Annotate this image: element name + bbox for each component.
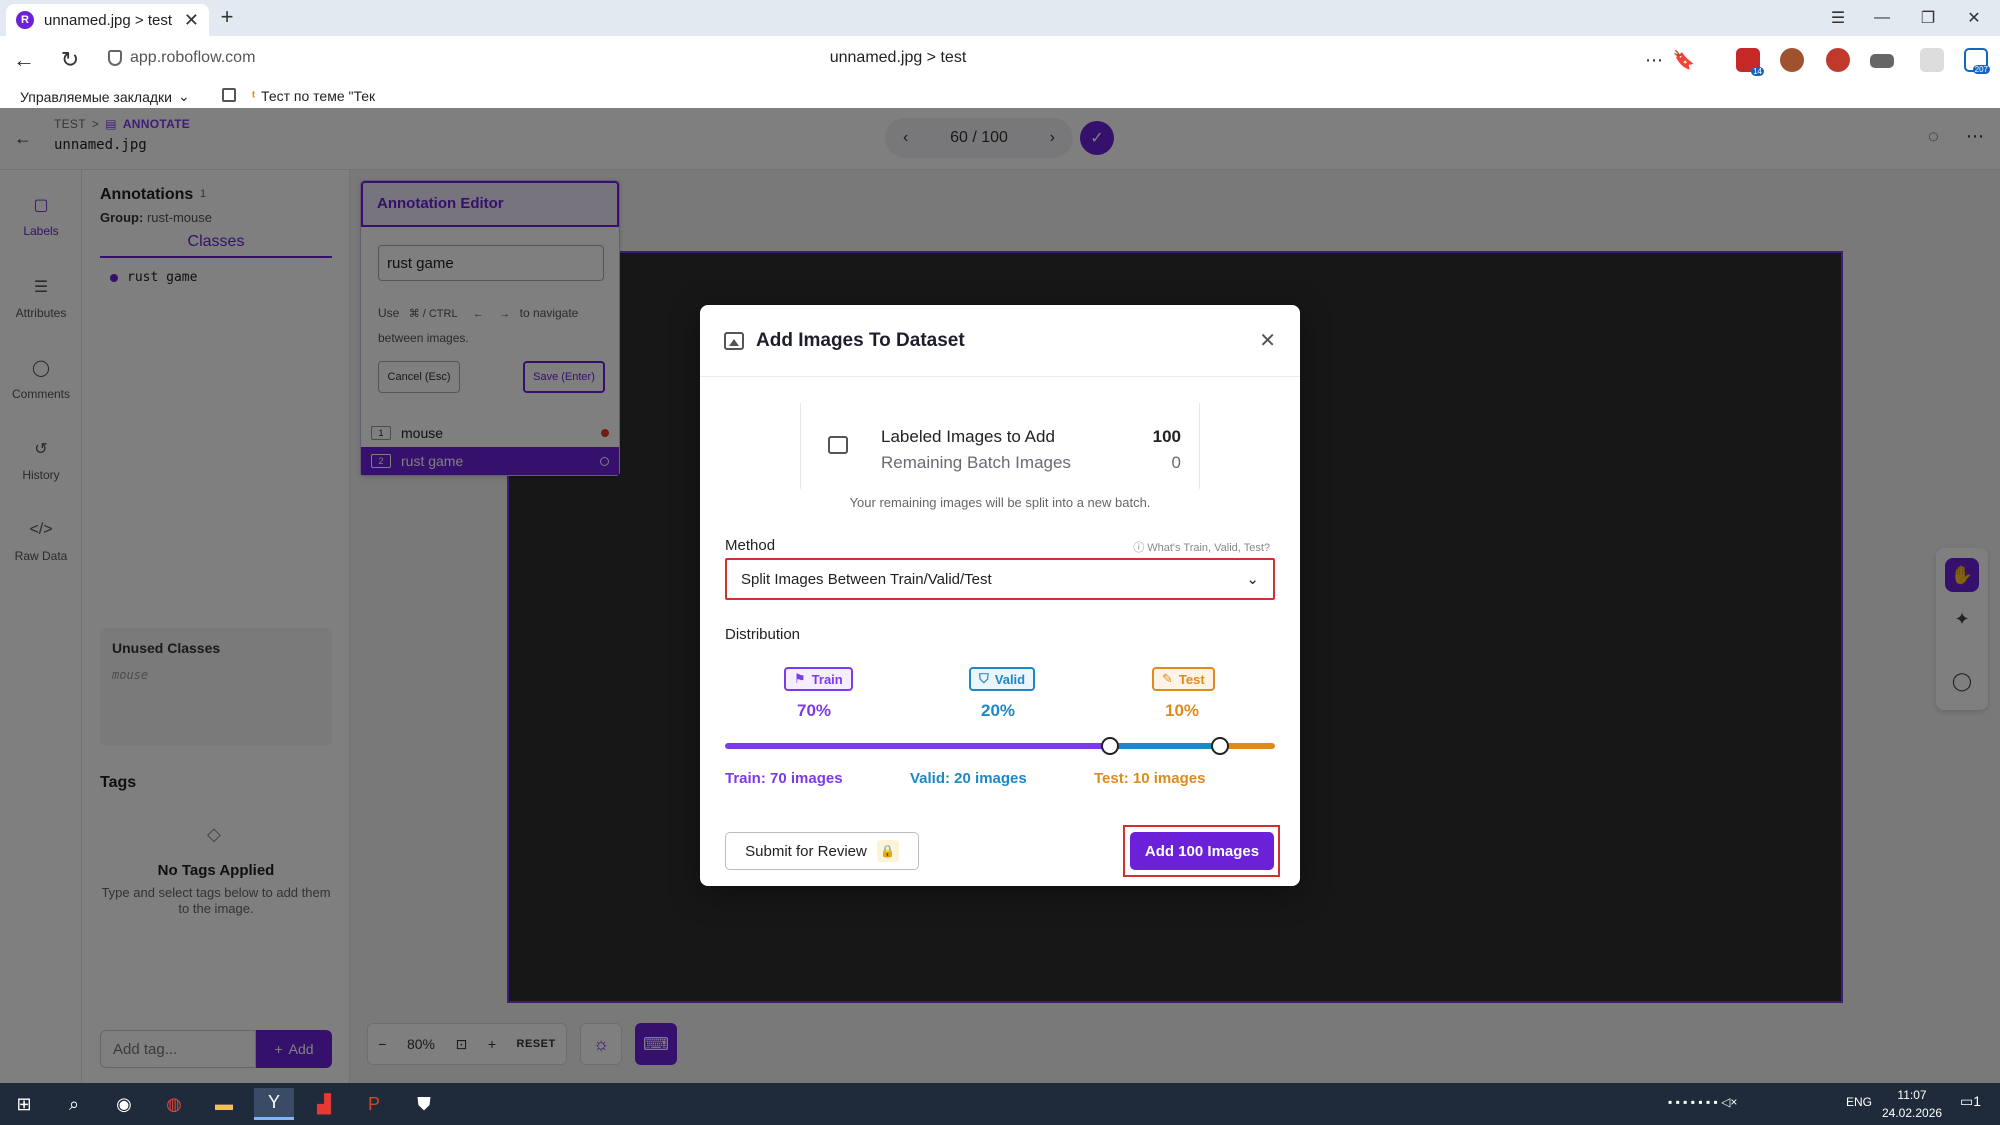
menu-icon[interactable]: ☰ [1816,0,1860,36]
windows-taskbar: ⊞ ⌕ ◉ ◍ ▬ Y ▟ P ⛊ ▪ ▪ ▪ ▪ ▪ ▪ ▪ ◁× ENG 1… [0,1083,2000,1125]
help-icon: ⓘ [1133,542,1145,554]
submit-for-review-label: Submit for Review [745,842,867,860]
bookmark-page-icon [222,88,236,102]
clock-time: 11:07 [1897,1088,1927,1102]
method-select[interactable]: Split Images Between Train/Valid/Test ⌄ [725,558,1275,600]
bookmark-icon[interactable]: 🔖 [1670,46,1698,74]
valid-pill-label: Valid [994,671,1026,687]
slider-segment-valid [1110,743,1220,749]
remaining-images-row: Remaining Batch Images 0 [881,453,1181,473]
tab-title: unnamed.jpg > test [44,11,173,29]
notifications-icon[interactable]: ▭1 [1960,1093,1981,1110]
lock-icon: 🔒 [876,840,899,862]
clock-date: 24.02.2026 [1882,1106,1943,1120]
valid-pill: ⛉ Valid [969,667,1036,691]
tab-close-icon[interactable]: ✕ [184,10,199,31]
test-count: Test: 10 images [1094,770,1206,787]
slider-handle-2[interactable] [1211,737,1229,755]
extension-4-icon[interactable] [1870,54,1894,68]
labeled-images-row: Labeled Images to Add 100 [881,427,1181,447]
shield-check-icon: ⛉ [979,671,989,686]
slider-handle-1[interactable] [1101,737,1119,755]
test-pill: ✎ Test [1152,667,1215,691]
bookmark-icon-only[interactable] [222,88,236,102]
bookmarks-bar: Управляемые закладки ⌄ ᵗ Тест по теме "Т… [0,84,2000,108]
new-tab-button[interactable]: + [216,6,238,28]
bookmark-managed-label: Управляемые закладки [20,88,172,105]
valid-count: Valid: 20 images [910,770,1027,787]
bookmark-test-label: Тест по теме "Тек [261,88,376,104]
language-indicator[interactable]: ENG [1846,1095,1872,1109]
train-pill: ⚑ Train [784,667,853,691]
bookmark-test[interactable]: ᵗ Тест по теме "Тек [252,88,375,104]
train-percent: 70% [797,701,832,720]
browser-tab[interactable]: R unnamed.jpg > test ✕ [6,4,209,36]
method-help-text: What's Train, Valid, Test? [1147,542,1270,554]
test-pill-label: Test [1178,671,1205,687]
chrome-icon[interactable]: ◍ [154,1088,194,1120]
extension-1-badge: 14 [1751,67,1764,76]
extension-3-icon[interactable] [1826,48,1850,72]
labeled-images-value: 100 [1152,427,1181,446]
security-icon[interactable]: ⛊ [404,1088,444,1120]
file-explorer-icon[interactable]: ▬ [204,1088,244,1120]
add-images-modal: Add Images To Dataset ✕ Labeled Images t… [700,305,1300,886]
distribution-label: Distribution [725,626,801,643]
image-stats: Labeled Images to Add 100 Remaining Batc… [800,403,1200,489]
method-select-value: Split Images Between Train/Valid/Test [741,570,992,588]
pencil-icon: ✎ [1162,671,1173,686]
tray-icons[interactable]: ▪ ▪ ▪ ▪ ▪ ▪ ▪ ◁× [1668,1095,1737,1109]
add-images-button[interactable]: Add 100 Images [1130,832,1274,870]
notifications-count: 1 [1973,1093,1982,1109]
clock[interactable]: 11:07 24.02.2026 [1882,1086,1942,1122]
search-icon[interactable]: ⌕ [54,1088,94,1120]
windows-start-icon[interactable]: ⊞ [4,1088,44,1120]
window-close-icon[interactable]: ✕ [1952,0,1996,36]
method-label: Method [725,537,776,554]
address-bar: ← ↻ app.roboflow.com unnamed.jpg > test … [0,36,2000,84]
test-percent: 10% [1165,701,1200,720]
roboflow-favicon-icon: R [16,11,34,29]
bookmark-managed[interactable]: Управляемые закладки ⌄ [20,88,190,105]
extension-1-icon[interactable]: 14 [1736,48,1764,76]
batch-note: Your remaining images will be split into… [849,495,1151,510]
labeled-images-label: Labeled Images to Add [881,427,1055,446]
minimize-icon[interactable]: — [1860,0,1904,36]
split-slider[interactable] [725,737,1275,755]
image-icon [828,436,848,454]
remaining-images-value: 0 [1171,453,1181,472]
bookmark-site-icon: ᵗ [252,88,256,104]
downloads-icon[interactable]: 207 [1964,48,1990,74]
chevron-down-icon: ⌄ [178,88,190,104]
app-icon-2[interactable]: ▟ [304,1088,344,1120]
slider-segment-train [725,743,1110,749]
modal-title: Add Images To Dataset [756,329,965,351]
method-help-link[interactable]: ⓘ What's Train, Valid, Test? [1133,539,1270,555]
train-count: Train: 70 images [725,770,843,787]
valid-percent: 20% [981,701,1016,720]
restore-icon[interactable]: ❐ [1906,0,1950,36]
submit-for-review-button[interactable]: Submit for Review 🔒 [725,832,919,870]
extension-2-icon[interactable] [1780,48,1804,72]
browser-tabbar: R unnamed.jpg > test ✕ + ☰ — ❐ ✕ [0,0,2000,36]
modal-header: Add Images To Dataset ✕ [700,305,1300,377]
page-title: unnamed.jpg > test [829,49,967,66]
chevron-down-icon: ⌄ [1246,571,1259,588]
remaining-images-label: Remaining Batch Images [881,453,1071,472]
runner-icon: ⚑ [794,671,806,686]
image-icon [724,331,744,350]
modal-close-icon[interactable]: ✕ [1259,328,1276,353]
downloads-badge: 207 [1972,65,1990,74]
powerpoint-icon[interactable]: P [354,1088,394,1120]
extension-5-icon[interactable] [1920,48,1944,72]
train-pill-label: Train [811,671,843,687]
more-dots-icon[interactable]: ⋯ [1640,46,1668,74]
app-icon-1[interactable]: ◉ [104,1088,144,1120]
yandex-browser-icon[interactable]: Y [254,1088,294,1120]
